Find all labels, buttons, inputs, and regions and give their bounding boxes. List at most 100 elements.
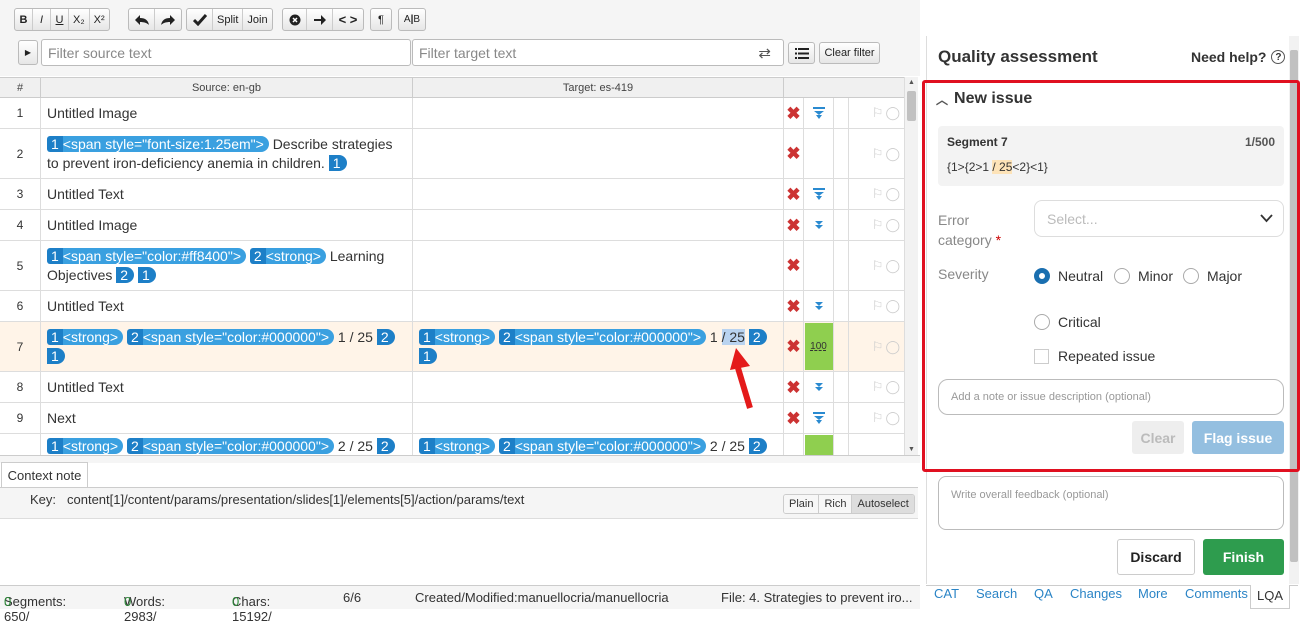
comment-icon[interactable]: ◯ bbox=[885, 298, 900, 314]
tab-search[interactable]: Search bbox=[976, 586, 1017, 601]
table-row[interactable]: 1 Untitled Image ✖ ⚐ ◯ bbox=[0, 98, 904, 129]
table-row[interactable]: 6 Untitled Text ✖ ⚐ ◯ bbox=[0, 291, 904, 322]
inline-tag[interactable]: 1 <span style="color:#ff8400"> bbox=[47, 247, 246, 264]
swap-icon[interactable]: ⇄ bbox=[758, 44, 771, 62]
inline-tag-close[interactable]: 1 bbox=[328, 154, 347, 171]
italic-button[interactable]: I bbox=[33, 9, 51, 30]
mode-rich-button[interactable]: Rich bbox=[819, 495, 853, 513]
table-row[interactable]: 2 1 <span style="font-size:1.25em"> Descr… bbox=[0, 129, 904, 179]
target-cell[interactable] bbox=[413, 291, 784, 321]
table-row[interactable]: 5 1 <span style="color:#ff8400"> 2 <strong… bbox=[0, 241, 904, 291]
bold-button[interactable]: B bbox=[15, 9, 33, 30]
table-row[interactable]: 4 Untitled Image ✖ ⚐ ◯ bbox=[0, 210, 904, 241]
inline-tag-close[interactable]: 1 bbox=[47, 347, 65, 364]
list-view-button[interactable] bbox=[788, 42, 815, 64]
overall-feedback-input[interactable]: Write overall feedback (optional) bbox=[938, 476, 1284, 530]
inline-tag-close[interactable]: 1 bbox=[419, 347, 437, 364]
splitter[interactable] bbox=[0, 455, 920, 463]
inline-tag-close[interactable]: 2 bbox=[748, 328, 767, 345]
table-row[interactable]: 10 1<strong> 2<span style="color:#000000… bbox=[0, 434, 904, 455]
reject-icon[interactable]: ✖ bbox=[786, 145, 800, 162]
comment-icon[interactable]: ◯ bbox=[885, 410, 900, 426]
inline-tag[interactable]: 1 <strong> bbox=[47, 438, 124, 454]
inline-tag[interactable]: 1 <span style="font-size:1.25em"> bbox=[47, 135, 269, 152]
target-cell[interactable]: 1 <strong> 2 <span style="color:#000000"> … bbox=[413, 434, 784, 455]
undo-button[interactable] bbox=[129, 9, 155, 30]
table-row[interactable]: 3 Untitled Text ✖ ⚐ ◯ bbox=[0, 179, 904, 210]
inline-tag[interactable]: 2 <span style="color:#000000"> bbox=[498, 438, 706, 454]
flag-icon[interactable]: ⚐ bbox=[872, 186, 884, 202]
tab-cat[interactable]: CAT bbox=[934, 586, 959, 601]
comment-icon[interactable]: ◯ bbox=[885, 146, 900, 162]
show-whitespace-button[interactable]: ¶ bbox=[371, 9, 391, 30]
tab-comments[interactable]: Comments bbox=[1185, 586, 1248, 601]
scroll-up-arrow[interactable]: ▲ bbox=[908, 79, 915, 86]
table-row[interactable]: 8 Untitled Text ✖ ⚐ ◯ bbox=[0, 372, 904, 403]
reject-icon[interactable]: ✖ bbox=[786, 338, 800, 355]
discard-button[interactable]: Discard bbox=[1117, 539, 1195, 575]
mode-autoselect-button[interactable]: Autoselect bbox=[852, 495, 914, 513]
copy-source-button[interactable] bbox=[307, 9, 333, 30]
insert-tag-button[interactable]: < > bbox=[333, 9, 363, 30]
reject-icon[interactable]: ✖ bbox=[786, 217, 800, 234]
subscript-button[interactable]: X₂ bbox=[69, 9, 90, 30]
comment-icon[interactable]: ◯ bbox=[885, 217, 900, 233]
target-cell[interactable] bbox=[413, 179, 784, 209]
inline-tag-close[interactable]: 2 bbox=[116, 266, 135, 283]
reject-icon[interactable]: ✖ bbox=[786, 186, 800, 203]
comment-icon[interactable]: ◯ bbox=[885, 379, 900, 395]
flag-icon[interactable]: ⚐ bbox=[872, 258, 884, 274]
table-row-active[interactable]: 7 1 <strong> 2 <span style="color:#000000"… bbox=[0, 322, 904, 372]
target-cell[interactable] bbox=[413, 210, 784, 240]
source-filter-input[interactable]: Filter source text bbox=[41, 39, 411, 66]
target-cell[interactable] bbox=[413, 129, 784, 178]
flag-icon[interactable]: ⚐ bbox=[872, 217, 884, 233]
scroll-down-arrow[interactable]: ▼ bbox=[908, 446, 915, 453]
clear-filter-button[interactable]: Clear filter bbox=[819, 42, 880, 64]
comment-icon[interactable]: ◯ bbox=[885, 258, 900, 274]
inline-tag[interactable]: 2 <span style="color:#000000"> bbox=[126, 438, 334, 454]
flag-icon[interactable]: ⚐ bbox=[872, 298, 884, 314]
double-arrow-down-icon[interactable] bbox=[814, 382, 824, 392]
redo-button[interactable] bbox=[155, 9, 181, 30]
reject-icon[interactable]: ✖ bbox=[786, 257, 800, 274]
tab-qa[interactable]: QA bbox=[1034, 586, 1053, 601]
double-arrow-down-icon[interactable] bbox=[814, 220, 824, 230]
inline-tag[interactable]: 2 <span style="color:#000000"> bbox=[498, 328, 706, 345]
help-link[interactable]: Need help? ? bbox=[1191, 49, 1286, 65]
filter-down-icon[interactable] bbox=[812, 188, 825, 200]
tab-context-note[interactable]: Context note bbox=[1, 462, 88, 488]
double-arrow-down-icon[interactable] bbox=[814, 301, 824, 311]
target-filter-input[interactable]: Filter target text ⇄ bbox=[412, 39, 784, 66]
target-cell[interactable] bbox=[413, 98, 784, 128]
grid-scrollbar[interactable]: ▲ ▼ bbox=[904, 77, 918, 455]
table-row[interactable]: 9 Next ✖ ⚐ ◯ bbox=[0, 403, 904, 434]
filter-down-icon[interactable] bbox=[812, 412, 825, 424]
comment-icon[interactable]: ◯ bbox=[885, 186, 900, 202]
reject-icon[interactable]: ✖ bbox=[786, 379, 800, 396]
inline-tag[interactable]: 2 <span style="color:#000000"> bbox=[126, 328, 334, 345]
expand-filter-button[interactable]: ▶ bbox=[18, 40, 38, 65]
inline-tag-close[interactable]: 2 bbox=[376, 438, 395, 454]
mode-plain-button[interactable]: Plain bbox=[784, 495, 820, 513]
finish-button[interactable]: Finish bbox=[1203, 539, 1284, 575]
flag-icon[interactable]: ⚐ bbox=[872, 146, 884, 162]
target-cell[interactable] bbox=[413, 241, 784, 290]
inline-tag-close[interactable]: 2 bbox=[376, 328, 395, 345]
inline-tag[interactable]: 1 <strong> bbox=[419, 328, 496, 345]
tab-changes[interactable]: Changes bbox=[1070, 586, 1122, 601]
comment-icon[interactable]: ◯ bbox=[885, 339, 900, 355]
flag-icon[interactable]: ⚐ bbox=[872, 105, 884, 121]
inline-tag[interactable]: 1 <strong> bbox=[419, 438, 496, 454]
split-button[interactable]: Split bbox=[213, 9, 244, 30]
join-button[interactable]: Join bbox=[243, 9, 271, 30]
reject-icon[interactable]: ✖ bbox=[786, 105, 800, 122]
tab-lqa[interactable]: LQA bbox=[1250, 585, 1291, 609]
filter-down-icon[interactable] bbox=[812, 107, 825, 119]
superscript-button[interactable]: X² bbox=[90, 9, 109, 30]
reject-icon[interactable]: ✖ bbox=[786, 410, 800, 427]
reject-icon[interactable]: ✖ bbox=[786, 298, 800, 315]
spellcheck-button[interactable]: A|B bbox=[399, 9, 425, 30]
clear-tags-button[interactable] bbox=[283, 9, 307, 30]
inline-tag-close[interactable]: 1 bbox=[137, 266, 156, 283]
